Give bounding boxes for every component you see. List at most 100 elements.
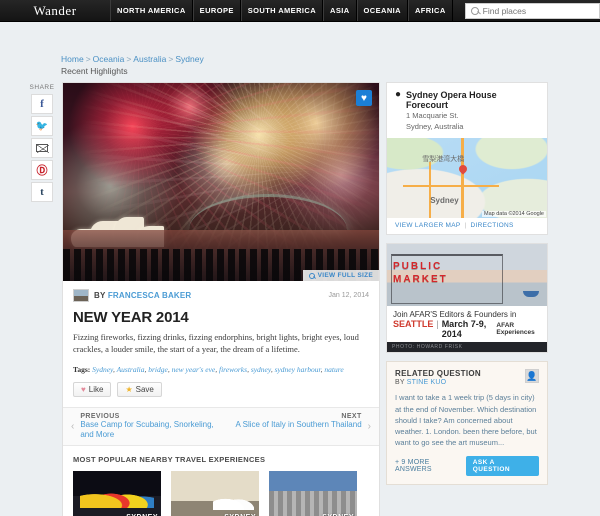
ask-a-question-button[interactable]: ASK A QUESTION (465, 455, 539, 476)
search-area (464, 0, 600, 21)
nearby-thumbnail[interactable]: SYDNEY (269, 471, 357, 516)
hero-photo[interactable]: ♥ VIEW FULL SIZE (63, 83, 379, 281)
map-city-label: Sydney (430, 195, 459, 205)
share-facebook-button[interactable]: f (31, 94, 53, 114)
tumblr-icon: t (40, 186, 44, 198)
tag-item[interactable]: new year's eve (172, 365, 216, 374)
nav-item-north-america[interactable]: NORTH AMERICA (110, 0, 193, 21)
breadcrumb-australia[interactable]: Australia (133, 54, 166, 64)
share-pinterest-button[interactable]: Ⓓ (31, 160, 53, 180)
map-links: VIEW LARGER MAP | DIRECTIONS (387, 218, 547, 234)
ad-dates: March 7-9, 2014 (441, 319, 487, 340)
ad-subline: SEATTLE | March 7-9, 2014 AFAR Experienc… (393, 319, 541, 339)
tag-item[interactable]: fireworks (219, 365, 247, 374)
map-road (403, 184, 499, 187)
site-logo[interactable]: Wander (0, 0, 110, 21)
ad-text: Join AFAR'S Editors & Founders in SEATTL… (387, 306, 547, 342)
map-road (460, 138, 464, 219)
tag-item[interactable]: Australia (117, 365, 145, 374)
related-question-footer: + 9 MORE ANSWERS ASK A QUESTION (395, 455, 539, 476)
previous-title[interactable]: Base Camp for Scubaing, Snorkeling, and … (80, 420, 218, 441)
like-label: Like (88, 384, 104, 394)
tags-label: Tags: (73, 364, 91, 374)
question-author-name[interactable]: STINE KUO (407, 379, 447, 386)
tag-item[interactable]: bridge (148, 365, 168, 374)
breadcrumb-separator: > (126, 54, 132, 64)
next-title[interactable]: A Slice of Italy in Southern Thailand (224, 420, 362, 430)
question-author-avatar[interactable]: 👤 (525, 369, 539, 384)
right-sidebar: ● Sydney Opera House Forecourt 1 Macquar… (386, 82, 548, 485)
page-body: Home > Oceania > Australia > Sydney Recent Hig… (0, 22, 600, 516)
author-avatar[interactable] (73, 289, 89, 302)
tag-list: Tags: Sydney, Australia, bridge, new yea… (73, 364, 344, 374)
article-title: NEW YEAR 2014 (73, 309, 189, 326)
map-terrain (387, 138, 547, 219)
byline: BY FRANCESCA BAKER Jan 12, 2014 (73, 289, 369, 302)
main-content-column: ♥ VIEW FULL SIZE BY FRANCESCA BAKER Jan … (62, 82, 380, 516)
tag-item[interactable]: sydney (251, 365, 271, 374)
nav-item-europe[interactable]: EUROPE (192, 0, 241, 21)
nav-item-africa[interactable]: AFRICA (407, 0, 453, 21)
breadcrumb: Home > Oceania > Australia > Sydney (61, 54, 204, 64)
link-separator: | (464, 222, 467, 230)
share-twitter-button[interactable]: 🐦 (31, 116, 53, 136)
previous-article[interactable]: PREVIOUS Base Camp for Scubaing, Snorkel… (80, 413, 218, 441)
venue-info: ● Sydney Opera House Forecourt 1 Macquar… (387, 83, 547, 138)
pinterest-icon: Ⓓ (36, 165, 48, 177)
map-road (428, 162, 431, 219)
related-question-card: RELATED QUESTION BY STINE KUO 👤 I want t… (386, 361, 548, 485)
next-arrow-icon[interactable]: › (368, 413, 371, 441)
heart-icon: ♥ (361, 92, 367, 104)
more-answers-link[interactable]: + 9 MORE ANSWERS (395, 459, 466, 473)
nav-item-south-america[interactable]: SOUTH AMERICA (240, 0, 324, 21)
view-full-size-button[interactable]: VIEW FULL SIZE (302, 270, 379, 281)
facebook-icon: f (40, 98, 44, 110)
tag-item[interactable]: sydney harbour (275, 365, 321, 374)
article-block: BY FRANCESCA BAKER Jan 12, 2014 NEW YEAR… (63, 281, 379, 407)
nearby-experiences-section: MOST POPULAR NEARBY TRAVEL EXPERIENCES S… (63, 445, 379, 516)
related-question-body: I want to take a 1 week trip (5 days in … (395, 393, 537, 448)
next-label: NEXT (341, 412, 362, 420)
nav-item-asia[interactable]: ASIA (323, 0, 357, 21)
nearby-thumbnail[interactable]: SYDNEY (73, 471, 161, 516)
tag-item[interactable]: Sydney (92, 365, 113, 374)
author-credit: BY FRANCESCA BAKER (94, 291, 191, 300)
share-tumblr-button[interactable]: t (31, 182, 53, 202)
like-button[interactable]: ♥ Like (73, 381, 112, 397)
share-email-button[interactable] (31, 138, 53, 158)
search-box[interactable] (464, 2, 600, 19)
top-navigation-bar: Wander NORTH AMERICA EUROPE SOUTH AMERIC… (0, 0, 600, 22)
publish-date: Jan 12, 2014 (328, 292, 369, 299)
related-question-header: RELATED QUESTION BY STINE KUO 👤 (395, 369, 539, 386)
map-cjk-label: 雪梨港湾大橋 (422, 156, 465, 164)
previous-arrow-icon[interactable]: ‹ (71, 413, 74, 441)
search-icon (470, 6, 479, 15)
email-icon (36, 144, 49, 153)
boat-shape (523, 291, 539, 298)
directions-link[interactable]: DIRECTIONS (471, 222, 514, 229)
breadcrumb-sydney[interactable]: Sydney (175, 54, 203, 64)
tag-item[interactable]: nature (324, 365, 343, 374)
advertisement-card[interactable]: PUBLIC MARKET Join AFAR'S Editors & Foun… (386, 243, 548, 354)
venue-address-line1: 1 Macquarie St. (406, 111, 459, 120)
ad-brand: AFAR Experiences (496, 322, 535, 337)
next-article[interactable]: NEXT A Slice of Italy in Southern Thaila… (224, 413, 362, 441)
breadcrumb-home[interactable]: Home (61, 54, 84, 64)
venue-name[interactable]: Sydney Opera House Forecourt (406, 90, 539, 110)
nearby-thumbnail[interactable]: SYDNEY (171, 471, 259, 516)
search-input[interactable] (482, 5, 594, 16)
section-subheading: Recent Highlights (61, 66, 128, 76)
region-nav-list: NORTH AMERICA EUROPE SOUTH AMERICA ASIA … (110, 0, 453, 21)
favorite-heart-button[interactable]: ♥ (356, 90, 372, 106)
author-name[interactable]: FRANCESCA BAKER (108, 291, 192, 300)
star-icon: ★ (125, 384, 133, 394)
heart-icon: ♥ (81, 384, 86, 394)
nav-item-oceania[interactable]: OCEANIA (356, 0, 408, 21)
related-question-title: RELATED QUESTION (395, 369, 481, 379)
ad-photo: PUBLIC MARKET (387, 244, 547, 307)
view-larger-map-link[interactable]: VIEW LARGER MAP (395, 222, 461, 229)
breadcrumb-oceania[interactable]: Oceania (93, 54, 125, 64)
save-button[interactable]: ★ Save (117, 381, 162, 397)
article-actions: ♥ Like ★ Save (73, 381, 369, 397)
location-map[interactable]: 雪梨港湾大橋 Sydney Map data ©2014 Google (387, 138, 547, 219)
